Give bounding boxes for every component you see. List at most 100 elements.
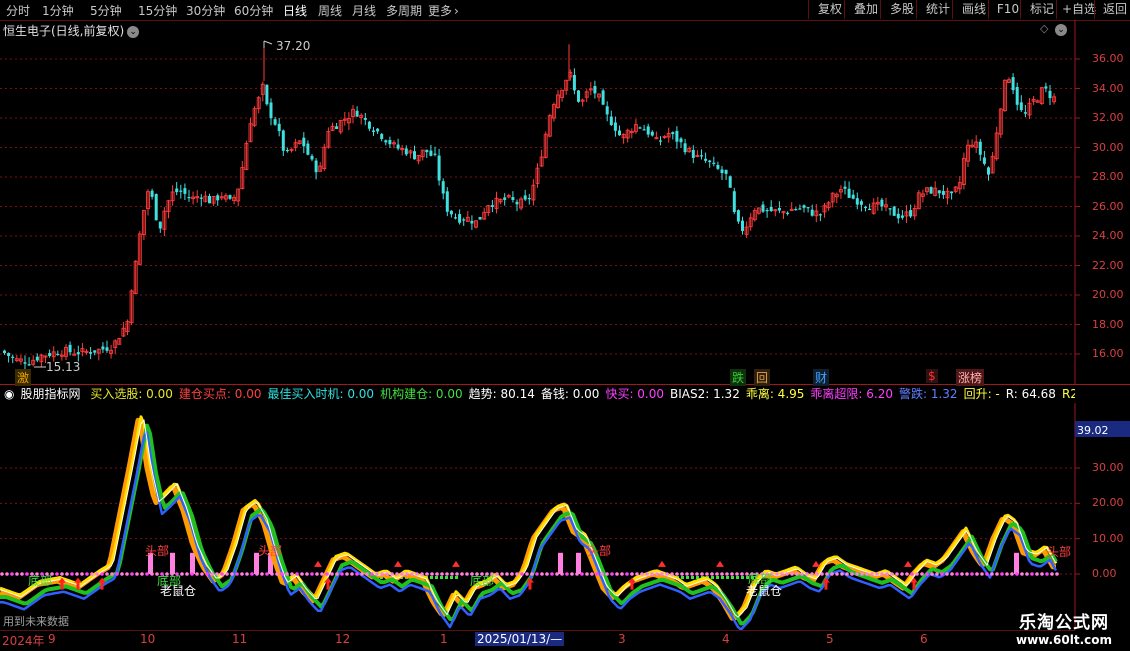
tab-multi-period[interactable]: 多周期	[386, 2, 422, 19]
candle-body	[511, 197, 515, 200]
candle-body	[454, 217, 457, 219]
signal-dot	[225, 572, 229, 576]
candle-body	[445, 191, 449, 212]
tab-daily[interactable]: 日线	[283, 2, 307, 19]
future-data-note: 用到未来数据	[3, 614, 69, 628]
signal-dot	[375, 572, 379, 576]
signal-dot	[295, 572, 299, 576]
event-tag-finance[interactable]: 财	[813, 369, 830, 386]
candle-body	[273, 119, 277, 125]
tab-monthly[interactable]: 月线	[352, 2, 376, 19]
signal-dot	[685, 572, 689, 576]
signal-dot	[935, 572, 939, 576]
signal-dot	[65, 572, 69, 576]
signal-dot	[705, 572, 709, 576]
indicator-value: 机构建仓: 0.00	[380, 387, 463, 401]
date-label: 10	[140, 632, 156, 646]
signal-dot	[310, 572, 314, 576]
price-axis-label: 16.00	[1092, 347, 1124, 360]
indicator-green-band	[0, 423, 1058, 626]
signal-dot	[945, 572, 949, 576]
signal-dot	[845, 572, 849, 576]
candle-body	[818, 214, 822, 216]
event-tag-gainers[interactable]: 涨榜	[956, 369, 985, 386]
watermark-name: 乐淘公式网	[1019, 613, 1109, 633]
signal-dot	[985, 572, 989, 576]
candle-body	[720, 169, 724, 174]
signal-dot	[895, 572, 899, 576]
candle-body	[363, 117, 367, 120]
candle-body	[593, 86, 597, 94]
candle-body	[1019, 102, 1023, 111]
price-axis-label: 36.00	[1092, 52, 1124, 65]
signal-dot	[670, 572, 674, 576]
signal-dot	[10, 572, 14, 576]
tab-timeshare[interactable]: 分时	[6, 2, 30, 19]
signal-dot	[145, 572, 149, 576]
tab-5min[interactable]: 5分钟	[90, 2, 122, 19]
candle-body	[208, 195, 211, 204]
candle-body	[691, 149, 695, 158]
date-label: 9	[48, 632, 56, 646]
signal-dot	[100, 572, 104, 576]
candle-body	[1023, 112, 1027, 114]
indicator-header: ◉ 股朋指标网 买入选股: 0.00 建仓买点: 0.00 最佳买入时机: 0.00 机…	[0, 385, 1075, 403]
indicator-chart[interactable]: 头部 头部 头部 头部 底部 底部 底部 底部 老鼠仓 老鼠仓 39.02 用到…	[0, 403, 1130, 630]
signal-dot	[395, 572, 399, 576]
candle-body	[11, 356, 15, 358]
signal-dot	[380, 572, 384, 576]
event-tag-return[interactable]: 回	[754, 369, 771, 386]
candle-body	[724, 169, 728, 174]
candle-body	[281, 130, 285, 151]
tab-60min[interactable]: 60分钟	[234, 2, 273, 19]
signal-dot	[185, 572, 189, 576]
indicator-menu-icon[interactable]: ◉	[4, 387, 14, 401]
event-tag-drop[interactable]: 跌	[730, 369, 747, 386]
tab-15min[interactable]: 15分钟	[138, 2, 177, 19]
candle-body	[413, 151, 416, 160]
event-tag-dollar[interactable]: $	[926, 369, 938, 383]
candle-body	[105, 347, 109, 351]
signal-dot	[735, 572, 739, 576]
signal-dot	[265, 572, 269, 576]
low-price-label: 15.13	[46, 360, 80, 374]
tab-30min[interactable]: 30分钟	[186, 2, 225, 19]
tab-more[interactable]: 更多 ›	[428, 2, 459, 19]
signal-dot	[850, 572, 854, 576]
signal-dot	[900, 572, 904, 576]
date-label: 12	[335, 632, 351, 646]
indicator-name[interactable]: 股朋指标网	[20, 387, 80, 401]
back-button[interactable]: 返回	[1094, 0, 1130, 19]
signal-dot	[795, 572, 799, 576]
signal-bar	[558, 552, 563, 574]
signal-dot	[285, 572, 289, 576]
event-tag-surge[interactable]: 激	[15, 369, 32, 386]
signal-dot	[675, 572, 679, 576]
signal-dot	[880, 572, 884, 576]
candle-body	[150, 190, 154, 197]
signal-dot	[825, 572, 829, 576]
tab-1min[interactable]: 1分钟	[42, 2, 74, 19]
warning-triangle-icon	[658, 560, 666, 567]
candle-body	[941, 191, 945, 195]
signal-dot	[720, 572, 724, 576]
signal-dot	[420, 572, 424, 576]
signal-dot	[215, 572, 219, 576]
signal-dot	[1035, 572, 1039, 576]
signal-dot	[665, 572, 669, 576]
signal-dot	[650, 572, 654, 576]
signal-dot	[660, 572, 664, 576]
signal-dot	[1045, 572, 1049, 576]
signal-dot	[200, 572, 204, 576]
candle-body	[7, 352, 11, 357]
signal-dot	[540, 572, 544, 576]
candlestick-chart[interactable]: 37.20 15.13	[0, 20, 1130, 385]
candle-body	[384, 140, 388, 143]
candle-body	[285, 149, 289, 152]
tab-weekly[interactable]: 周线	[318, 2, 342, 19]
candle-body	[367, 121, 371, 129]
price-axis-label: 28.00	[1092, 170, 1124, 183]
signal-dot	[280, 572, 284, 576]
indicator-value: 乖离超限: 6.20	[810, 387, 893, 401]
indicator-value: 回升: -	[963, 387, 1000, 401]
